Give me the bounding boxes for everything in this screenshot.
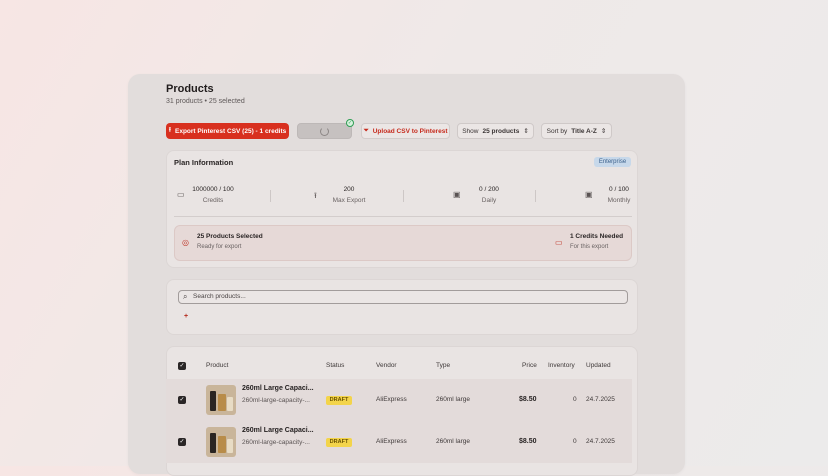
col-header-product[interactable]: Product xyxy=(206,362,228,369)
plan-title: Plan Information xyxy=(174,158,234,167)
product-name[interactable]: 260ml Large Capaci... xyxy=(242,385,314,392)
select-all-checkbox[interactable]: ✓ xyxy=(178,362,186,370)
stat-credits-value: 1000000 / 100 xyxy=(192,186,234,193)
credit-card-icon: ▭ xyxy=(555,238,563,247)
row-checkbox[interactable]: ✓ xyxy=(178,438,186,446)
col-header-type[interactable]: Type xyxy=(436,362,450,369)
divider xyxy=(270,190,271,202)
credits-needed-title: 1 Credits Needed xyxy=(570,233,624,240)
chevron-updown-icon: ⇕ xyxy=(523,128,529,135)
filter-icon: ⏷ xyxy=(363,127,369,134)
selected-count-title: 25 Products Selected xyxy=(197,233,263,240)
stat-credits-label: Credits xyxy=(202,197,224,204)
calendar-icon: ▣ xyxy=(453,190,461,199)
stat-max-export-value: 200 xyxy=(343,186,355,193)
upload-icon: ⭱ xyxy=(168,126,171,134)
upload-csv-label: Upload CSV to Pinterest xyxy=(372,127,448,135)
loading-button[interactable] xyxy=(297,123,352,139)
sort-label: Sort by xyxy=(546,127,568,135)
product-handle: 260ml-large-capacity-... xyxy=(242,397,310,404)
search-card xyxy=(166,279,638,335)
status-check-icon: ✓ xyxy=(346,119,354,127)
search-placeholder: Search products... xyxy=(193,293,246,300)
chevron-updown-icon: ⇕ xyxy=(600,128,607,135)
show-count-select[interactable]: Show 25 products ⇕ xyxy=(457,123,534,139)
col-header-vendor[interactable]: Vendor xyxy=(376,362,397,369)
product-name[interactable]: 260ml Large Capaci... xyxy=(242,427,314,434)
divider xyxy=(403,190,404,202)
divider xyxy=(535,190,536,202)
page-title: Products xyxy=(166,83,214,95)
updated-cell: 24.7.2025 xyxy=(586,438,615,445)
inventory-cell: 0 xyxy=(573,396,577,403)
add-filter-icon[interactable]: + xyxy=(184,313,188,320)
sort-value: Title A-Z xyxy=(571,127,597,135)
product-thumbnail xyxy=(206,385,236,415)
col-header-price[interactable]: Price xyxy=(522,362,537,369)
row-checkbox[interactable]: ✓ xyxy=(178,396,186,404)
inventory-cell: 0 xyxy=(573,438,577,445)
vendor-cell: AliExpress xyxy=(376,438,407,445)
col-header-inventory[interactable]: Inventory xyxy=(548,362,575,369)
upload-csv-button[interactable]: ⏷ Upload CSV to Pinterest xyxy=(361,123,450,139)
stat-max-export-label: Max Export xyxy=(332,197,366,204)
sort-select[interactable]: Sort by Title A-Z ⇕ xyxy=(541,123,612,139)
spinner-icon xyxy=(320,126,329,136)
stat-daily-value: 0 / 200 xyxy=(479,186,499,193)
status-badge: DRAFT xyxy=(326,396,352,405)
stat-monthly-value: 0 / 100 xyxy=(609,186,629,193)
export-csv-button[interactable]: ⭱ Export Pinterest CSV (25) - 1 credits xyxy=(166,123,289,139)
show-label: Show xyxy=(462,127,479,135)
check-circle-icon: ◎ xyxy=(182,238,189,247)
page-subtitle: 31 products • 25 selected xyxy=(166,98,245,105)
product-thumbnail xyxy=(206,427,236,457)
divider xyxy=(174,216,632,217)
calendar-icon: ▣ xyxy=(585,190,593,199)
upload-icon: ⭱ xyxy=(314,191,317,200)
export-csv-label: Export Pinterest CSV (25) - 1 credits xyxy=(175,127,287,135)
price-cell: $8.50 xyxy=(519,396,537,403)
credits-needed-sub: For this export xyxy=(570,244,609,250)
type-cell: 260ml large xyxy=(436,438,470,445)
credit-card-icon: ▭ xyxy=(177,190,185,199)
plan-badge: Enterprise xyxy=(594,157,631,167)
show-value: 25 products xyxy=(482,127,520,135)
search-icon: ⌕ xyxy=(183,292,188,301)
col-header-updated[interactable]: Updated xyxy=(586,362,611,369)
price-cell: $8.50 xyxy=(519,438,537,445)
selection-summary xyxy=(174,225,632,261)
type-cell: 260ml large xyxy=(436,396,470,403)
updated-cell: 24.7.2025 xyxy=(586,396,615,403)
stat-daily-label: Daily xyxy=(481,197,497,204)
col-header-status[interactable]: Status xyxy=(326,362,344,369)
vendor-cell: AliExpress xyxy=(376,396,407,403)
selected-count-sub: Ready for export xyxy=(197,244,242,250)
status-badge: DRAFT xyxy=(326,438,352,447)
product-handle: 260ml-large-capacity-... xyxy=(242,439,310,446)
stat-monthly-label: Monthly xyxy=(607,197,631,204)
